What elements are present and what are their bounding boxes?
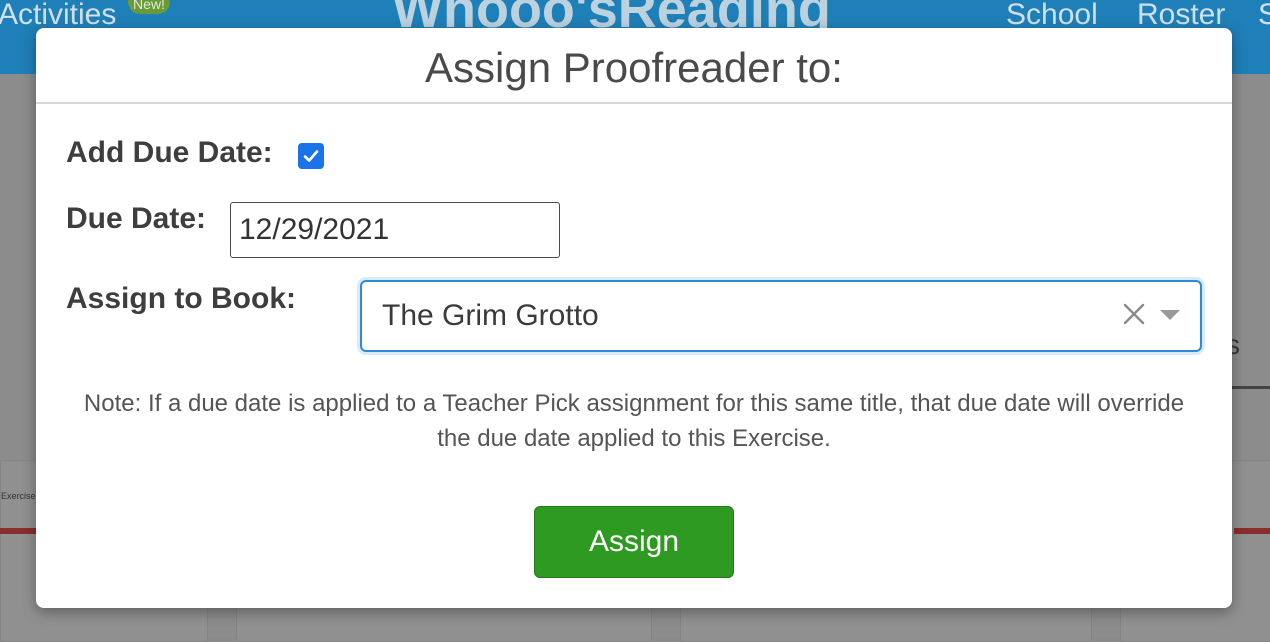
add-due-date-label: Add Due Date: — [66, 136, 273, 169]
due-date-label: Due Date: — [66, 202, 207, 235]
background-decoration — [0, 528, 36, 534]
modal-title: Assign Proofreader to: — [36, 28, 1232, 104]
assign-proofreader-modal: Assign Proofreader to: Add Due Date: Due… — [36, 28, 1232, 608]
book-select-value: The Grim Grotto — [382, 299, 599, 332]
due-date-input[interactable] — [230, 202, 560, 258]
new-badge: New! — [128, 0, 170, 14]
background-decoration — [1234, 528, 1270, 534]
due-date-note: Note: If a due date is applied to a Teac… — [83, 390, 1185, 452]
book-select[interactable]: The Grim Grotto — [360, 280, 1202, 352]
background-card-label: Exercise — [1, 491, 36, 501]
checkmark-icon — [303, 150, 319, 162]
assign-to-book-label: Assign to Book: — [66, 282, 296, 315]
add-due-date-checkbox[interactable] — [298, 143, 324, 169]
chevron-down-icon[interactable] — [1160, 310, 1180, 320]
assign-button[interactable]: Assign — [534, 506, 734, 578]
clear-icon[interactable] — [1122, 302, 1146, 326]
nav-partial[interactable]: S — [1258, 0, 1270, 32]
